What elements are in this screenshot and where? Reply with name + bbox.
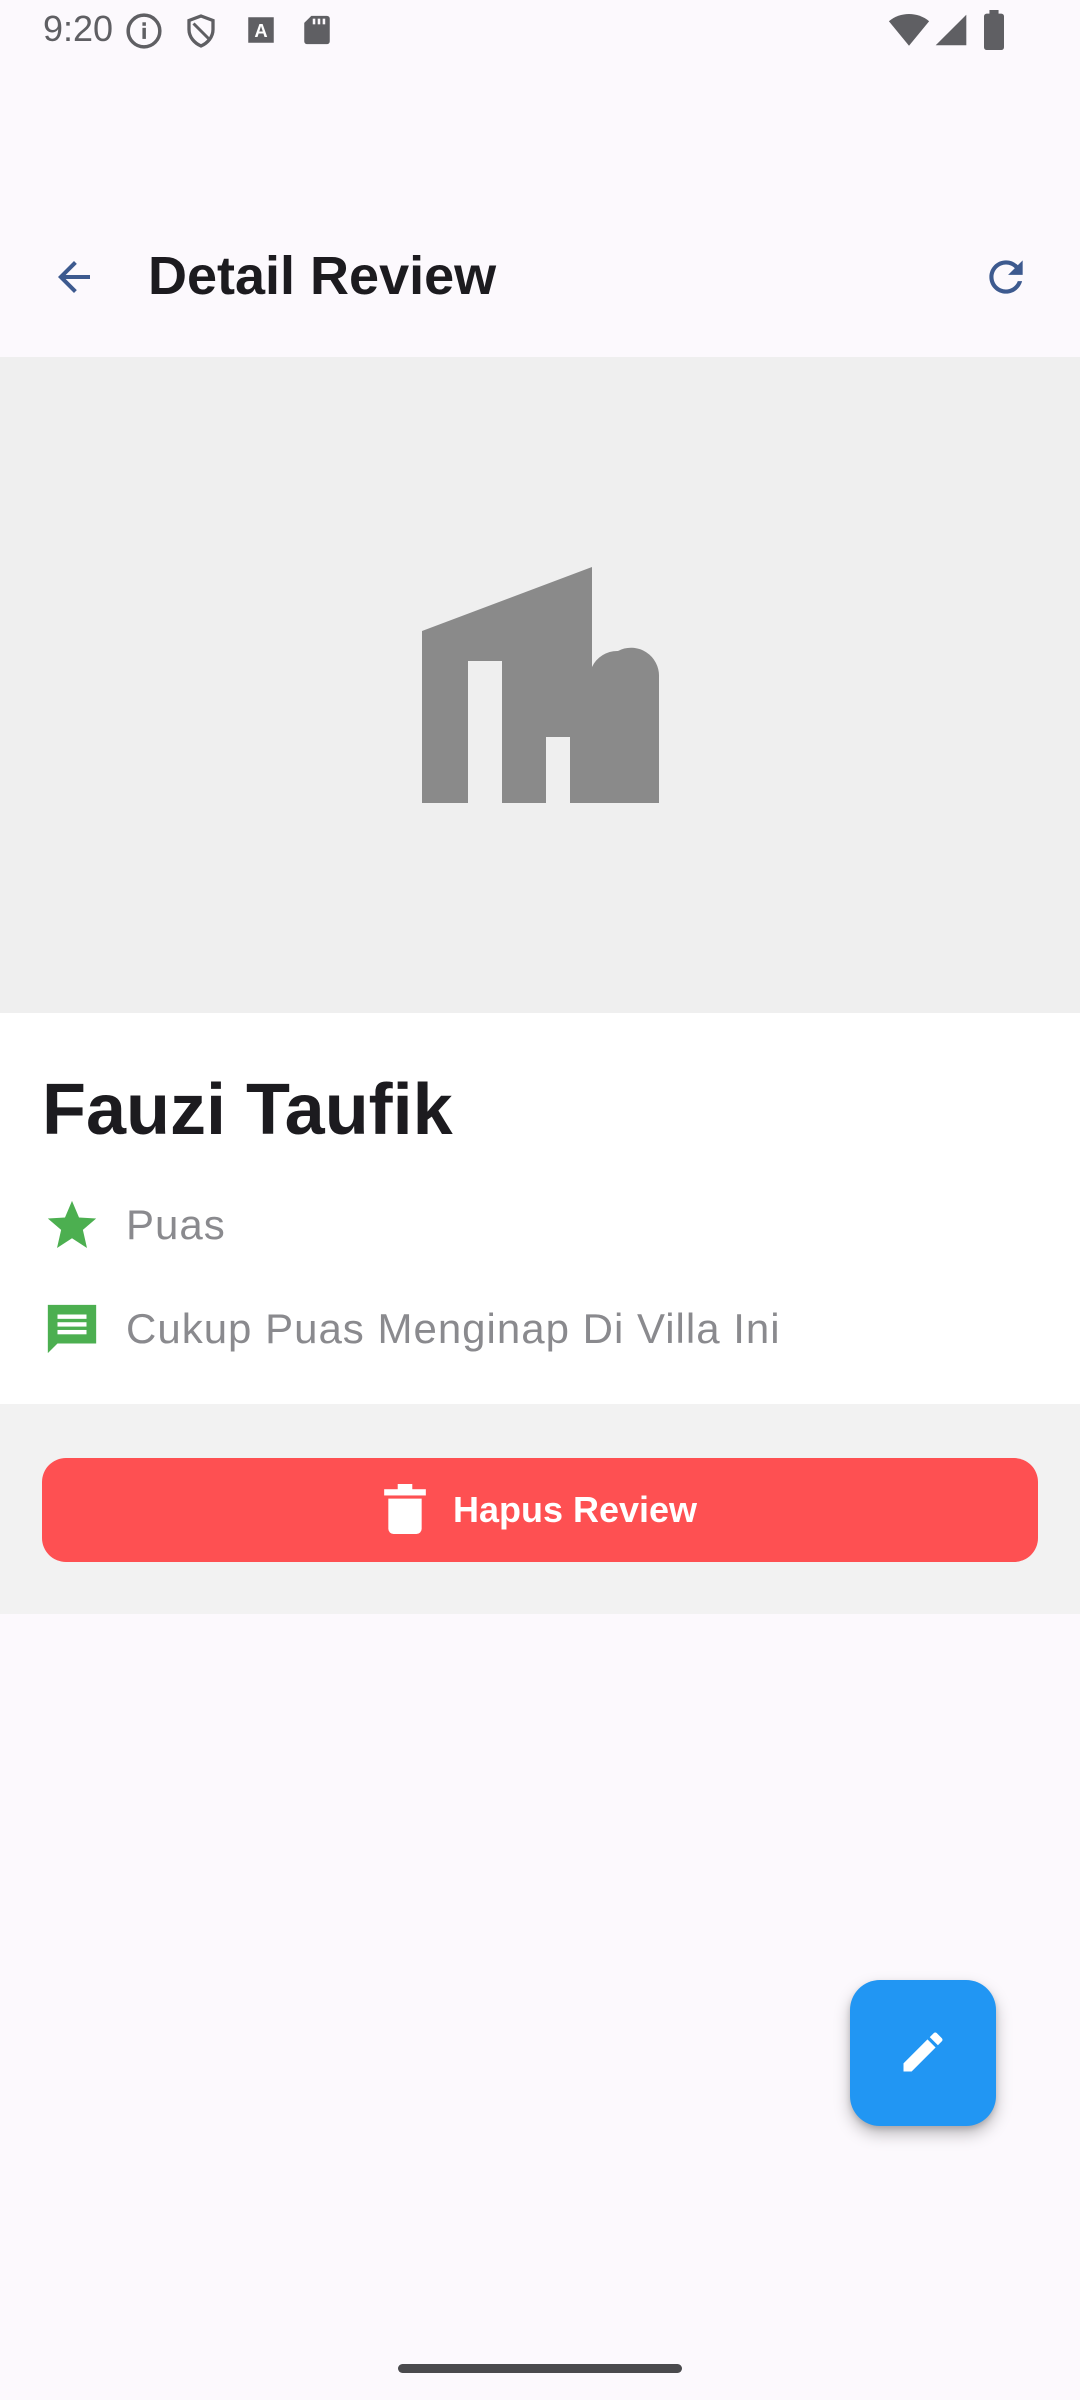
delete-review-label: Hapus Review xyxy=(452,1489,698,1530)
shield-icon xyxy=(183,12,219,55)
info-icon xyxy=(125,12,163,55)
wifi-icon xyxy=(888,12,930,53)
review-info-card: Fauzi Taufik Puas Cukup Puas Menginap Di… xyxy=(0,1013,1080,1404)
house-placeholder-icon xyxy=(422,567,660,803)
arrow-back-icon xyxy=(50,253,98,306)
edit-review-fab[interactable] xyxy=(850,1980,996,2126)
edit-pencil-icon xyxy=(897,2026,949,2081)
review-image xyxy=(0,357,1080,1013)
page-title: Detail Review xyxy=(148,246,497,306)
comment-icon xyxy=(42,1299,102,1359)
font-a-icon: A xyxy=(244,12,278,53)
trash-icon xyxy=(383,1483,427,1537)
status-bar: 9:20 A xyxy=(0,0,1080,60)
comment-row: Cukup Puas Menginap Di Villa Ini xyxy=(42,1297,781,1361)
reviewer-name: Fauzi Taufik xyxy=(42,1070,453,1150)
status-time: 9:20 xyxy=(43,8,114,49)
refresh-button[interactable] xyxy=(962,235,1050,323)
app-bar: Detail Review xyxy=(0,210,1080,340)
delete-section: Hapus Review xyxy=(0,1404,1080,1614)
rating-row: Puas xyxy=(42,1193,226,1257)
signal-icon xyxy=(934,12,968,53)
battery-icon xyxy=(983,10,1005,55)
home-indicator[interactable] xyxy=(398,2364,682,2373)
svg-text:A: A xyxy=(254,20,267,41)
rating-text: Puas xyxy=(126,1201,226,1248)
star-icon xyxy=(42,1195,102,1255)
refresh-icon xyxy=(981,252,1031,307)
comment-text: Cukup Puas Menginap Di Villa Ini xyxy=(126,1305,781,1352)
delete-review-button[interactable]: Hapus Review xyxy=(42,1458,1038,1562)
back-button[interactable] xyxy=(30,235,118,323)
sd-card-icon xyxy=(300,12,334,53)
